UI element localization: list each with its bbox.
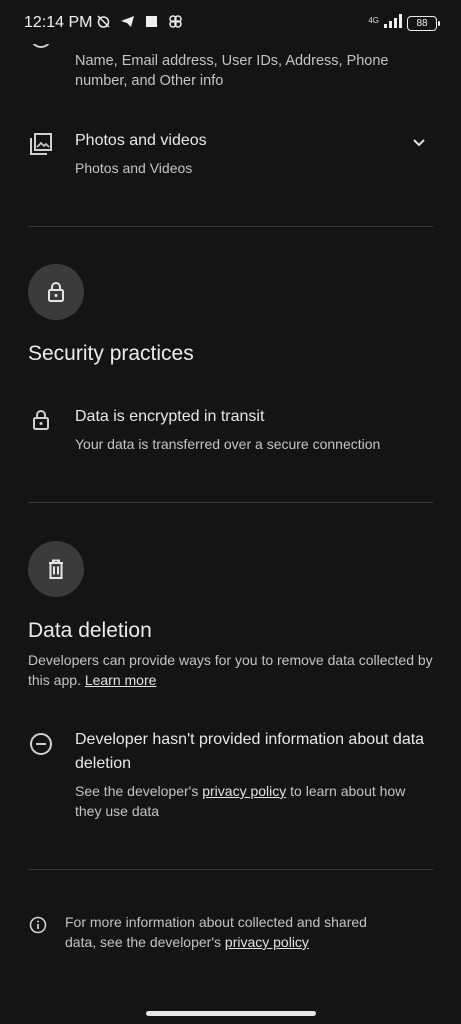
battery-indicator: 88 bbox=[407, 16, 440, 31]
chevron-down-icon[interactable] bbox=[410, 134, 428, 152]
alarm-off-icon bbox=[96, 14, 111, 29]
photos-title: Photos and videos bbox=[75, 132, 207, 149]
security-section-title: Security practices bbox=[28, 342, 194, 365]
deletion-description: Developers can provide ways for you to r… bbox=[28, 650, 438, 690]
photos-videos-row[interactable]: Photos and videos Photos and Videos bbox=[28, 128, 433, 182]
divider bbox=[28, 226, 433, 227]
privacy-policy-link[interactable]: privacy policy bbox=[202, 783, 286, 799]
footer-privacy-link[interactable]: privacy policy bbox=[225, 934, 309, 950]
telegram-icon bbox=[120, 14, 135, 29]
deletion-section-title: Data deletion bbox=[28, 619, 152, 642]
lock-icon bbox=[28, 407, 54, 433]
signal-icon bbox=[384, 14, 402, 33]
battery-level: 88 bbox=[416, 18, 428, 29]
notification-icons bbox=[96, 14, 183, 29]
network-type: 4G bbox=[368, 15, 379, 25]
footer-text: For more information about collected and… bbox=[65, 912, 395, 952]
status-time: 12:14 PM bbox=[24, 14, 93, 31]
deletion-info-row: Developer hasn't provided information ab… bbox=[28, 728, 433, 828]
pinwheel-icon bbox=[168, 14, 183, 29]
divider bbox=[28, 869, 433, 870]
learn-more-link[interactable]: Learn more bbox=[85, 672, 157, 688]
security-lock-badge bbox=[28, 264, 84, 320]
minus-circle-icon bbox=[28, 731, 54, 757]
divider bbox=[28, 502, 433, 503]
deletion-badge bbox=[28, 541, 84, 597]
status-bar: 12:14 PM 4G 88 bbox=[0, 0, 461, 44]
deletion-info-title: Developer hasn't provided information ab… bbox=[75, 731, 425, 772]
square-icon bbox=[144, 14, 159, 29]
trash-icon bbox=[49, 559, 63, 579]
encryption-row: Data is encrypted in transit Your data i… bbox=[28, 405, 433, 459]
status-right: 4G 88 bbox=[368, 14, 440, 33]
footer-text-before: For more information about collected and… bbox=[65, 914, 367, 950]
encryption-subtitle: Your data is transferred over a secure c… bbox=[75, 436, 381, 452]
home-indicator[interactable] bbox=[146, 1011, 316, 1016]
photos-subtitle: Photos and Videos bbox=[75, 160, 193, 176]
footer-info: For more information about collected and… bbox=[28, 912, 433, 956]
personal-info-text: Name, Email address, User IDs, Address, … bbox=[75, 53, 389, 89]
encryption-title: Data is encrypted in transit bbox=[75, 408, 265, 425]
deletion-info-text-before: See the developer's bbox=[75, 783, 199, 799]
personal-info-description: Name, Email address, User IDs, Address, … bbox=[75, 51, 405, 91]
deletion-info-text: See the developer's privacy policy to le… bbox=[75, 781, 430, 821]
lock-icon bbox=[48, 282, 64, 302]
info-icon bbox=[28, 915, 48, 935]
photos-icon bbox=[28, 131, 54, 157]
